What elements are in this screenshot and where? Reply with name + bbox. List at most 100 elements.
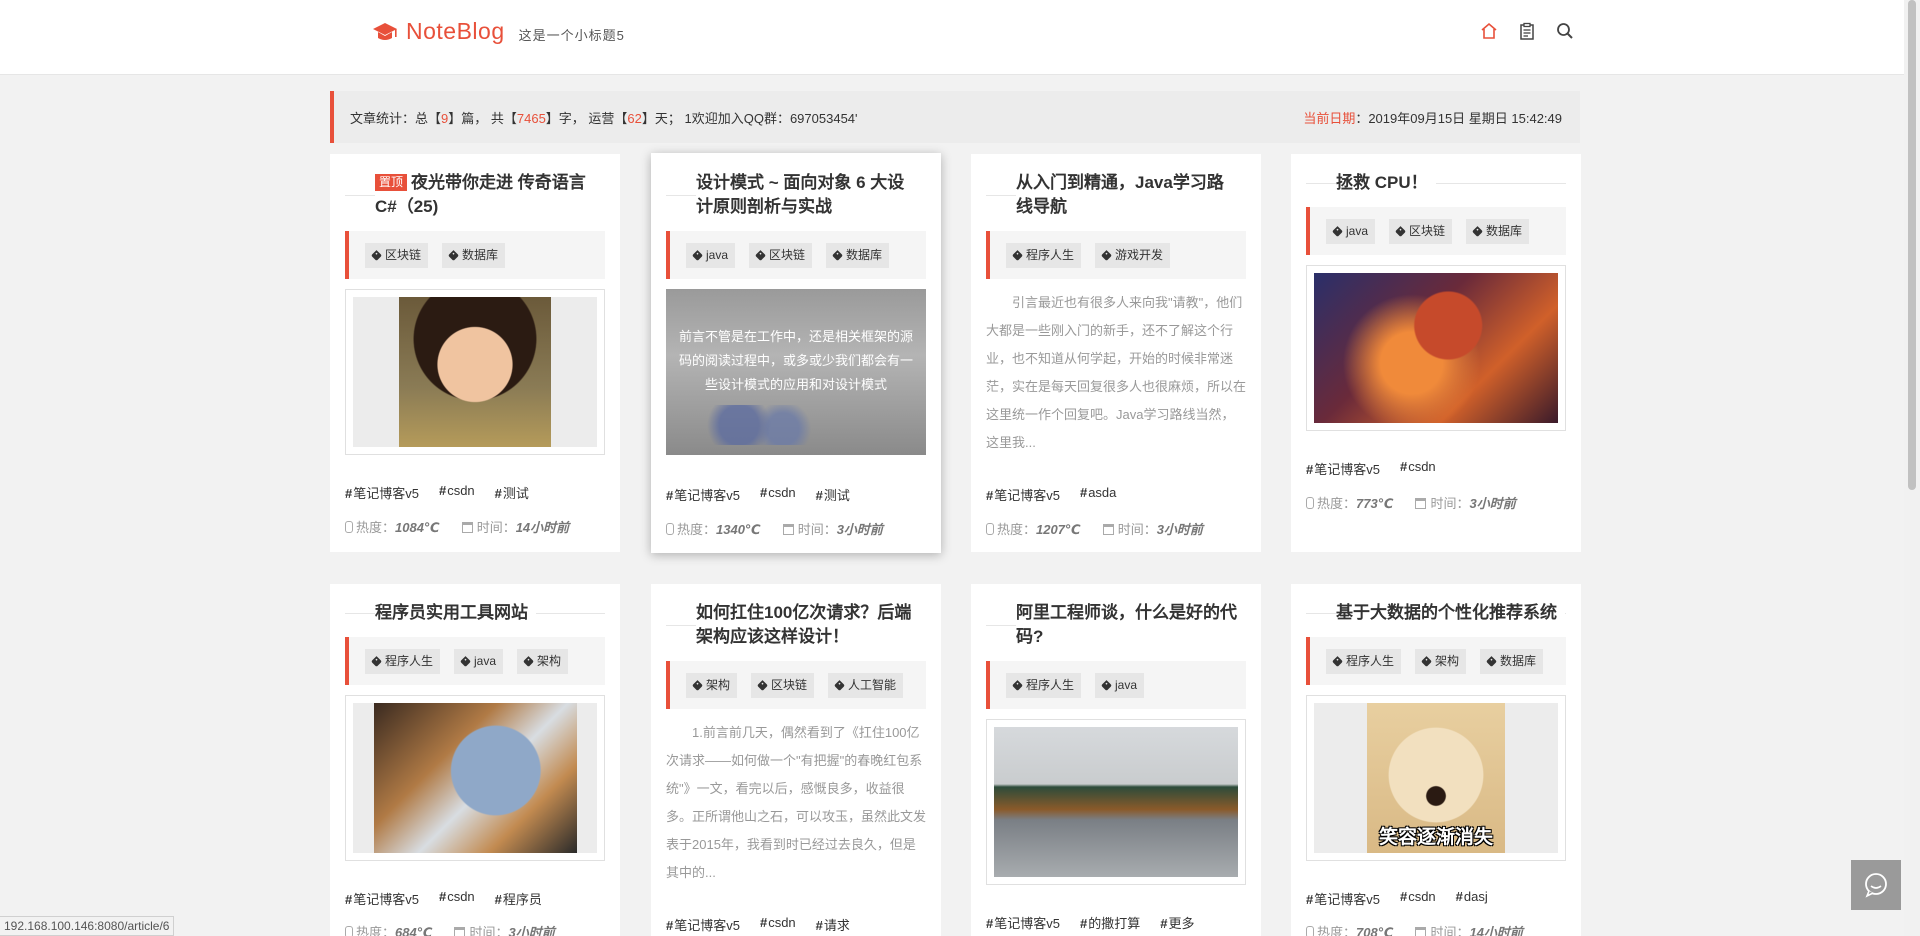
post-title-row: 基于大数据的个性化推荐系统 xyxy=(1306,601,1566,625)
post-tag[interactable]: #测试 xyxy=(495,483,529,502)
category-tag[interactable]: 程序人生 xyxy=(1006,243,1082,268)
post-tag[interactable]: #笔记博客v5 xyxy=(345,483,419,502)
post-thumbnail[interactable] xyxy=(345,289,605,455)
site-name[interactable]: NoteBlog xyxy=(406,18,505,45)
post-title[interactable]: 阿里工程师谈，什么是好的代码? xyxy=(1016,601,1246,649)
post-title[interactable]: 拯救 CPU！ xyxy=(1336,171,1436,195)
tag-list: #笔记博客v5 #csdn #程序员 xyxy=(345,889,605,908)
post-card[interactable]: 置顶 夜光带你走进 传奇语言C#（25) 区块链 数据库 #笔记博客v5 #csd… xyxy=(330,154,620,552)
post-thumbnail[interactable] xyxy=(345,695,605,861)
stats-text: 】字， 运营【 xyxy=(545,110,628,126)
category-tag[interactable]: java xyxy=(1326,219,1376,244)
post-tag[interactable]: #csdn xyxy=(760,915,796,934)
status-bar-url: 192.168.100.146:8080/article/6 xyxy=(0,916,175,936)
post-tag[interactable]: #dasj xyxy=(1456,889,1488,908)
post-card[interactable]: 程序员实用工具网站 程序人生 java 架构 #笔记博客v5 #csdn #程序… xyxy=(330,584,620,936)
tag-icon xyxy=(755,250,766,261)
date-label: 当前日期 xyxy=(1303,110,1356,126)
clipboard-icon[interactable] xyxy=(1518,22,1536,40)
category-list: 程序人生 java xyxy=(986,661,1246,709)
post-tag[interactable]: #csdn xyxy=(439,483,475,502)
tag-icon xyxy=(1012,250,1023,261)
post-tag[interactable]: #程序员 xyxy=(495,889,542,908)
category-tag[interactable]: 数据库 xyxy=(442,243,506,268)
post-card[interactable]: 从入门到精通，Java学习路线导航 程序人生 游戏开发 引言最近也有很多人来向我… xyxy=(971,154,1261,552)
post-thumbnail[interactable]: 前言不管是在工作中，还是相关框架的源码的阅读过程中，或多或少我们都会有一些设计模… xyxy=(666,289,926,455)
post-title[interactable]: 如何扛住100亿次请求？后端架构应该这样设计！ xyxy=(696,601,926,649)
category-tag[interactable]: 人工智能 xyxy=(828,673,904,698)
category-tag[interactable]: 程序人生 xyxy=(365,649,441,674)
category-tag[interactable]: 架构 xyxy=(517,649,569,674)
tag-icon xyxy=(1012,680,1023,691)
post-tag[interactable]: #笔记博客v5 xyxy=(986,485,1060,504)
post-thumbnail[interactable] xyxy=(986,719,1246,885)
post-title[interactable]: 从入门到精通，Java学习路线导航 xyxy=(1016,171,1246,219)
post-tag[interactable]: #请求 xyxy=(816,915,850,934)
post-tag[interactable]: #笔记博客v5 xyxy=(666,485,740,504)
post-thumbnail[interactable] xyxy=(1306,265,1566,431)
tag-list: #笔记博客v5 #csdn #测试 xyxy=(666,485,926,504)
post-card[interactable]: 基于大数据的个性化推荐系统 程序人生 架构 数据库 笑容逐渐消失 #笔记博客v5… xyxy=(1291,584,1581,936)
scrollbar-thumb[interactable] xyxy=(1908,0,1916,490)
post-tag[interactable]: #的撒打算 xyxy=(1080,913,1140,932)
search-icon[interactable] xyxy=(1556,22,1574,40)
post-tag[interactable]: #csdn xyxy=(439,889,475,908)
post-tag[interactable]: #csdn xyxy=(760,485,796,504)
post-thumbnail[interactable]: 笑容逐渐消失 xyxy=(1306,695,1566,861)
category-tag[interactable]: 架构 xyxy=(1415,649,1467,674)
post-title[interactable]: 置顶 夜光带你走进 传奇语言C#（25) xyxy=(375,171,605,219)
date-value: ：2019年09月15日 星期日 15:42:49 xyxy=(1355,110,1562,126)
post-meta: 热度：773℃ 时间：3小时前 xyxy=(1306,493,1566,512)
post-tag[interactable]: #csdn xyxy=(1400,889,1436,908)
post-tag[interactable]: #笔记博客v5 xyxy=(986,913,1060,932)
post-card[interactable]: 拯救 CPU！ java 区块链 数据库 #笔记博客v5 #csdn 热度：77… xyxy=(1291,154,1581,552)
post-tag[interactable]: #笔记博客v5 xyxy=(345,889,419,908)
category-tag[interactable]: 数据库 xyxy=(826,243,890,268)
brand[interactable]: NoteBlog 这是一个小标题5 xyxy=(372,18,625,45)
post-tag[interactable]: #asda xyxy=(1080,485,1116,504)
stats-bar: 文章统计：总【9】篇， 共【7465】字， 运营【62】天； 1欢迎加入QQ群：… xyxy=(330,91,1580,143)
post-title[interactable]: 程序员实用工具网站 xyxy=(375,601,536,625)
post-card[interactable]: 设计模式 ~ 面向对象 6 大设计原则剖析与实战 java 区块链 数据库 前言… xyxy=(651,153,941,553)
page-scrollbar[interactable] xyxy=(1904,0,1920,936)
tag-list: #笔记博客v5 #的撒打算 #更多 xyxy=(986,913,1246,932)
thermometer-icon xyxy=(345,521,353,533)
post-tag[interactable]: #笔记博客v5 xyxy=(1306,459,1380,478)
category-tag[interactable]: 游戏开发 xyxy=(1095,243,1171,268)
post-tag[interactable]: #更多 xyxy=(1160,913,1194,932)
category-tag[interactable]: 架构 xyxy=(686,673,738,698)
category-tag[interactable]: 区块链 xyxy=(749,243,813,268)
category-tag[interactable]: 程序人生 xyxy=(1006,673,1082,698)
home-icon[interactable] xyxy=(1480,22,1498,40)
heat-label: 热度： xyxy=(997,522,1037,537)
post-tag[interactable]: #csdn xyxy=(1400,459,1436,478)
category-tag[interactable]: 区块链 xyxy=(751,673,815,698)
time-label: 时间： xyxy=(476,520,516,535)
trucks-photo xyxy=(994,727,1238,877)
heat-label: 热度： xyxy=(356,520,396,535)
category-tag[interactable]: java xyxy=(1095,673,1145,698)
category-tag[interactable]: 区块链 xyxy=(1389,219,1453,244)
category-tag[interactable]: java xyxy=(686,243,736,268)
tag-icon xyxy=(832,250,843,261)
post-tag[interactable]: #笔记博客v5 xyxy=(1306,889,1380,908)
fire-mage-artwork xyxy=(1314,273,1558,423)
post-title[interactable]: 设计模式 ~ 面向对象 6 大设计原则剖析与实战 xyxy=(696,171,926,219)
post-card[interactable]: 如何扛住100亿次请求？后端架构应该这样设计！ 架构 区块链 人工智能 1.前言… xyxy=(651,584,941,936)
category-tag[interactable]: 程序人生 xyxy=(1326,649,1402,674)
post-title-row: 设计模式 ~ 面向对象 6 大设计原则剖析与实战 xyxy=(666,171,926,219)
category-tag[interactable]: 数据库 xyxy=(1466,219,1530,244)
category-tag[interactable]: 区块链 xyxy=(365,243,429,268)
post-card[interactable]: 阿里工程师谈，什么是好的代码? 程序人生 java #笔记博客v5 #的撒打算 … xyxy=(971,584,1261,936)
post-excerpt: 引言最近也有很多人来向我"请教"，他们大都是一些刚入门的新手，还不了解这个行业，… xyxy=(986,295,1247,450)
post-tag[interactable]: #笔记博客v5 xyxy=(666,915,740,934)
chat-button[interactable] xyxy=(1851,860,1901,910)
category-tag[interactable]: 数据库 xyxy=(1480,649,1544,674)
post-tag[interactable]: #测试 xyxy=(816,485,850,504)
category-list: java 区块链 数据库 xyxy=(1306,207,1566,255)
tag-icon xyxy=(460,656,471,667)
thermometer-icon xyxy=(1306,926,1314,936)
category-tag[interactable]: java xyxy=(454,649,504,674)
post-title-row: 阿里工程师谈，什么是好的代码? xyxy=(986,601,1246,649)
post-title[interactable]: 基于大数据的个性化推荐系统 xyxy=(1336,601,1565,625)
